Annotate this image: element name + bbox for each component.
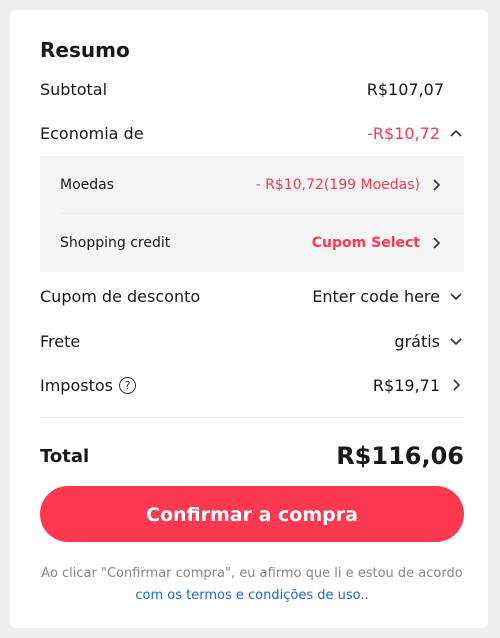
total-value: R$116,06	[336, 442, 464, 470]
coupon-input-placeholder[interactable]: Enter code here	[312, 287, 440, 306]
coins-label: Moedas	[60, 177, 115, 193]
question-circle-icon[interactable]: ?	[118, 376, 136, 394]
total-label: Total	[40, 445, 90, 467]
details-divider	[60, 213, 464, 214]
chevron-up-icon[interactable]	[448, 125, 464, 141]
shopping-credit-label: Shopping credit	[60, 235, 171, 251]
total-row: Total R$116,06	[40, 442, 464, 470]
confirm-purchase-button[interactable]: Confirmar a compra	[40, 486, 464, 542]
coupon-row[interactable]: Cupom de desconto Enter code here	[40, 284, 464, 308]
savings-value: -R$10,72	[367, 123, 440, 143]
shipping-label: Frete	[40, 331, 81, 351]
savings-row[interactable]: Economia de -R$10,72	[40, 121, 464, 145]
shipping-row[interactable]: Frete grátis	[40, 329, 464, 353]
order-summary-card: Resumo Subtotal R$107,07 Economia de -R$…	[10, 10, 488, 628]
taxes-row[interactable]: Impostos ? R$19,71	[40, 373, 464, 397]
disclaimer-text: Ao clicar "Confirmar compra", eu afirmo …	[41, 566, 463, 581]
shipping-value: grátis	[394, 331, 440, 351]
terms-link[interactable]: com os termos e condições de uso..	[135, 588, 368, 603]
chevron-down-icon[interactable]	[448, 288, 464, 304]
coins-value: - R$10,72(199 Moedas)	[255, 177, 420, 193]
chevron-right-icon[interactable]	[428, 177, 444, 193]
coins-row[interactable]: Moedas - R$10,72(199 Moedas)	[60, 174, 444, 196]
shopping-credit-row[interactable]: Shopping credit Cupom Select	[60, 232, 444, 254]
summary-divider	[40, 417, 464, 418]
subtotal-value: R$107,07	[366, 79, 444, 99]
taxes-label: Impostos	[40, 375, 113, 395]
savings-label: Economia de	[40, 123, 144, 143]
chevron-right-icon[interactable]	[448, 377, 464, 393]
subtotal-row: Subtotal R$107,07	[40, 77, 464, 101]
chevron-right-icon[interactable]	[428, 235, 444, 251]
subtotal-label: Subtotal	[40, 79, 108, 99]
savings-details: Moedas - R$10,72(199 Moedas) Shopping cr…	[40, 156, 464, 272]
summary-title: Resumo	[40, 38, 130, 62]
shopping-credit-value: Cupom Select	[311, 235, 420, 251]
terms-disclaimer: Ao clicar "Confirmar compra", eu afirmo …	[40, 563, 464, 607]
coupon-label: Cupom de desconto	[40, 286, 201, 306]
taxes-value: R$19,71	[372, 375, 440, 395]
chevron-down-icon[interactable]	[448, 333, 464, 349]
